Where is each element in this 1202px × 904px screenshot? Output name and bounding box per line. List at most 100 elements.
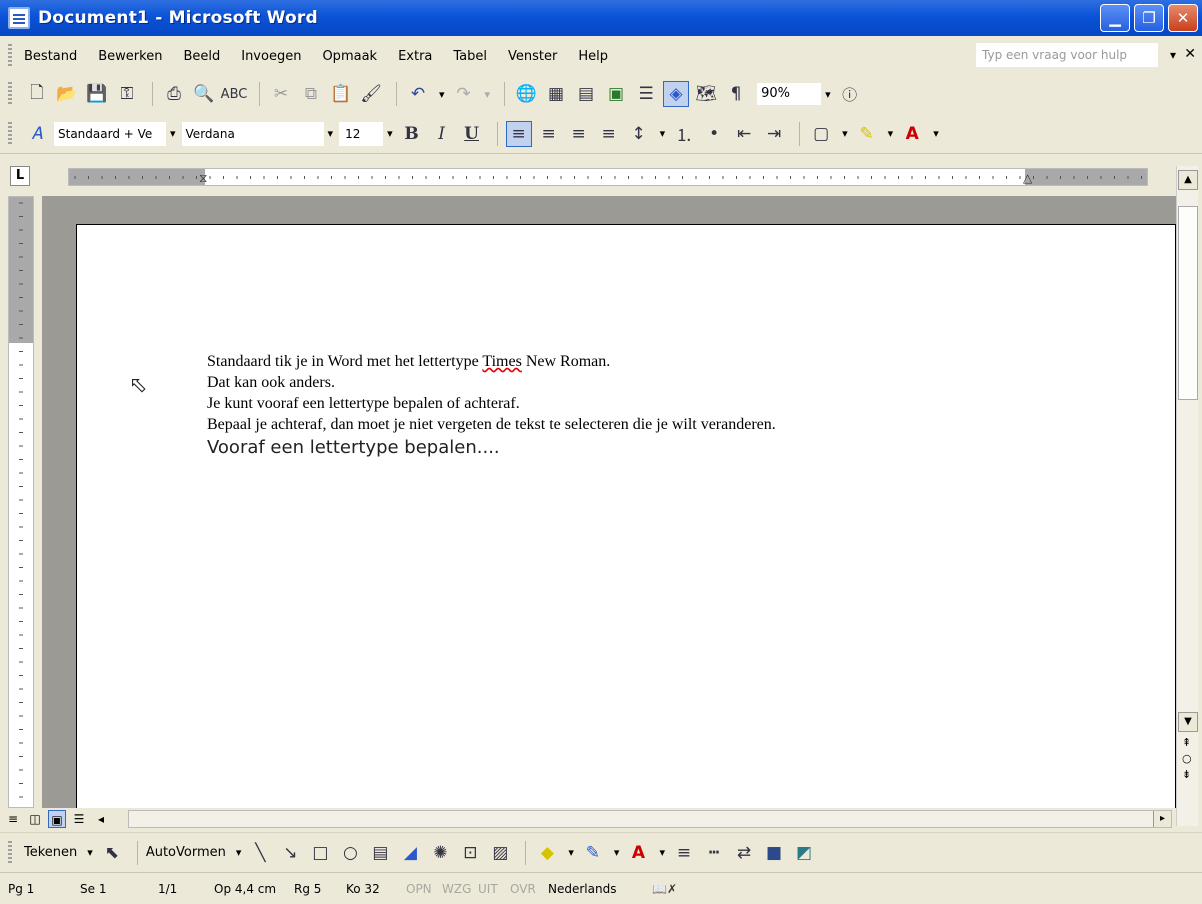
status-language[interactable]: Nederlands [548,882,616,896]
document-line-5[interactable]: Vooraf een lettertype bepalen.... [207,437,500,458]
undo-dropdown-icon[interactable]: ▾ [439,88,445,101]
decrease-indent-icon[interactable]: ⇤ [731,121,757,147]
redo-icon[interactable]: ↷ [451,81,477,107]
left-indent-marker-icon[interactable]: ⧖ [199,171,207,186]
justify-icon[interactable]: ≡ [596,121,622,147]
menu-extra[interactable]: Extra [398,49,432,64]
show-hide-icon[interactable]: ¶ [723,81,749,107]
document-page[interactable]: ⬁ Standaard tik je in Word met het lette… [76,224,1176,808]
scroll-right-icon[interactable]: ▸ [1153,811,1171,827]
style-select[interactable]: Standaard + Ve [54,121,166,146]
scroll-up-icon[interactable]: ▲ [1178,170,1198,190]
line-spacing-icon[interactable]: ↕ [626,121,652,147]
autovormen-dropdown-icon[interactable]: ▾ [236,846,242,859]
menu-invoegen[interactable]: Invoegen [241,49,301,64]
save-icon[interactable]: 💾 [84,81,110,107]
autovormen-menu[interactable]: AutoVormen [146,845,226,860]
clip-art-icon[interactable]: ⊡ [457,840,483,866]
menu-venster[interactable]: Venster [508,49,557,64]
open-folder-icon[interactable]: 📂 [54,81,80,107]
minimize-button[interactable]: ▁ [1100,4,1130,32]
tab-selector-icon[interactable]: L [10,166,30,186]
italic-button[interactable]: I [429,121,455,147]
fill-color-dropdown-icon[interactable]: ▾ [568,846,574,859]
menu-opmaak[interactable]: Opmaak [322,49,377,64]
status-extend[interactable]: UIT [478,882,498,896]
insert-table-icon[interactable]: ▤ [573,81,599,107]
line-spacing-dropdown-icon[interactable]: ▾ [660,127,666,140]
document-line-2[interactable]: Dat kan ook anders. [207,374,335,392]
document-line-3[interactable]: Je kunt vooraf een lettertype bepalen of… [207,395,520,413]
tables-borders-icon[interactable]: ▦ [543,81,569,107]
wordart-icon[interactable]: ◢ [397,840,423,866]
help-icon[interactable]: ⓘ [837,81,863,107]
right-indent-marker-icon[interactable]: △ [1023,171,1032,185]
spelling-icon[interactable]: ABC [221,81,248,107]
vertical-scrollbar[interactable]: ▲ ▼ ⇞ ○ ⇟ [1176,166,1198,826]
select-objects-icon[interactable]: ⬉ [99,840,125,866]
draw-font-color-dropdown-icon[interactable]: ▾ [659,846,665,859]
oval-tool-icon[interactable]: ○ [337,840,363,866]
print-layout-icon[interactable]: ▣ [48,810,66,828]
borders-icon[interactable]: ▢ [808,121,834,147]
bold-button[interactable]: B [399,121,425,147]
line-style-icon[interactable]: ≡ [671,840,697,866]
columns-icon[interactable]: ☰ [633,81,659,107]
line-tool-icon[interactable]: ╲ [247,840,273,866]
align-right-icon[interactable]: ≡ [566,121,592,147]
menu-help[interactable]: Help [578,49,608,64]
insert-excel-icon[interactable]: ▣ [603,81,629,107]
font-size-select[interactable]: 12 [339,121,384,146]
styles-pane-icon[interactable]: 𝐴 [24,121,50,147]
document-map-icon[interactable]: 🗺 [693,81,719,107]
document-area[interactable]: ⬁ Standaard tik je in Word met het lette… [42,196,1176,808]
align-center-icon[interactable]: ≡ [536,121,562,147]
arrow-style-icon[interactable]: ⇄ [731,840,757,866]
line-color-dropdown-icon[interactable]: ▾ [614,846,620,859]
select-browse-object-icon[interactable]: ○ [1182,752,1192,765]
misspelled-word[interactable]: Times [482,353,521,370]
font-color-dropdown-icon[interactable]: ▾ [933,127,939,140]
rectangle-tool-icon[interactable]: □ [307,840,333,866]
undo-icon[interactable]: ↶ [405,81,431,107]
vertical-ruler[interactable] [8,196,34,808]
format-painter-icon[interactable]: 🖌 [358,81,384,107]
document-line-1[interactable]: Standaard tik je in Word met het lettert… [207,353,610,371]
next-page-icon[interactable]: ⇟ [1182,768,1191,781]
font-select[interactable]: Verdana [181,121,324,146]
close-document-icon[interactable]: ✕ [1184,46,1196,62]
toolbar-grip[interactable] [8,121,12,146]
document-line-4[interactable]: Bepaal je achteraf, dan moet je niet ver… [207,416,776,434]
align-left-icon[interactable]: ≡ [505,120,532,147]
zoom-select[interactable]: 90% [757,83,822,105]
redo-dropdown-icon[interactable]: ▾ [485,88,491,101]
horizontal-ruler[interactable]: ⧖ △ [68,168,1148,186]
new-document-icon[interactable]: 🗋 [24,81,50,107]
tekenen-dropdown-icon[interactable]: ▾ [87,846,93,859]
outline-view-icon[interactable]: ☰ [70,810,88,828]
close-button[interactable]: ✕ [1168,4,1198,32]
previous-page-icon[interactable]: ⇞ [1182,736,1191,749]
status-record-macro[interactable]: OPN [406,882,432,896]
3d-style-icon[interactable]: ◩ [791,840,817,866]
menu-bewerken[interactable]: Bewerken [98,49,162,64]
diagram-icon[interactable]: ✺ [427,840,453,866]
cut-icon[interactable]: ✂ [268,81,294,107]
tekenen-menu[interactable]: Tekenen [24,845,77,860]
toolbar-grip[interactable] [8,82,12,106]
dash-style-icon[interactable]: ┅ [701,840,727,866]
borders-dropdown-icon[interactable]: ▾ [842,127,848,140]
increase-indent-icon[interactable]: ⇥ [761,121,787,147]
font-color-icon[interactable]: A [899,121,925,147]
scroll-down-icon[interactable]: ▼ [1178,712,1198,732]
menu-tabel[interactable]: Tabel [453,49,487,64]
font-dropdown-icon[interactable]: ▾ [328,127,334,140]
text-box-icon[interactable]: ▤ [367,840,393,866]
word-doc-icon[interactable] [8,7,30,29]
help-search-input[interactable]: Typ een vraag voor hulp [976,43,1158,67]
spelling-status-icon[interactable]: 📖✗ [652,882,677,896]
drawing-icon[interactable]: ◈ [663,81,690,107]
horizontal-scrollbar[interactable]: ▸ [128,810,1172,828]
status-overtype[interactable]: OVR [510,882,536,896]
underline-button[interactable]: U [459,121,485,147]
